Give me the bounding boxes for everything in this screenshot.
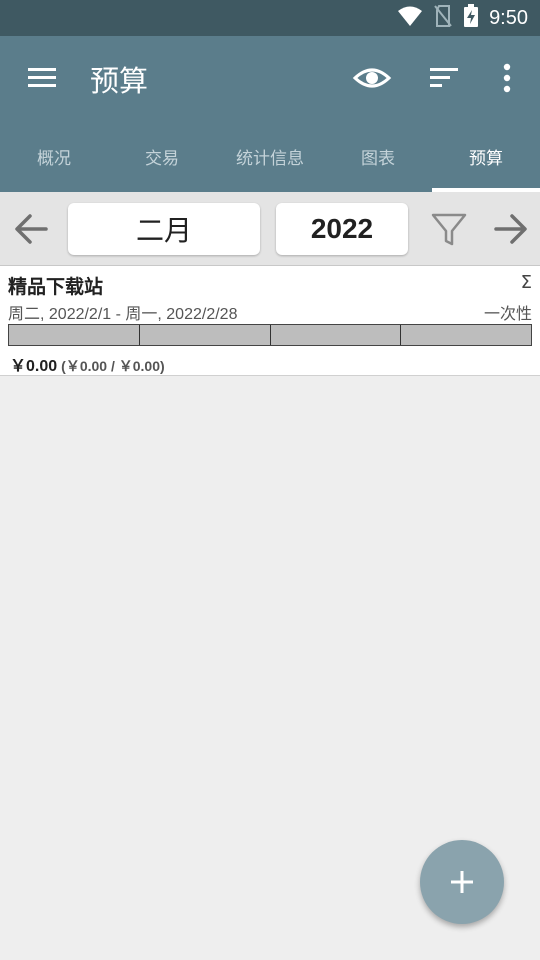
status-bar: 9:50: [0, 0, 540, 36]
menu-icon[interactable]: [22, 61, 62, 95]
app-bar: 预算: [0, 36, 540, 120]
budget-amounts: ￥0.00 (￥0.00 / ￥0.00): [10, 352, 165, 376]
sigma-icon: Σ: [520, 272, 532, 293]
month-selector[interactable]: 二月: [68, 203, 260, 255]
tab-statistics[interactable]: 统计信息: [216, 120, 324, 192]
eye-icon[interactable]: [352, 60, 392, 96]
screen: 9:50 预算 概况 交易 统计信息 图表 预算 二月 2022 精品下载站 Σ…: [0, 0, 540, 960]
tab-budget[interactable]: 预算: [432, 120, 540, 192]
year-selector[interactable]: 2022: [276, 203, 408, 255]
status-icons: 9:50: [397, 0, 528, 36]
arrow-left-icon[interactable]: [10, 209, 52, 249]
more-vert-icon[interactable]: [494, 58, 520, 98]
no-sim-icon: [433, 4, 453, 32]
budget-amount-detail: (￥0.00 / ￥0.00): [61, 358, 165, 374]
progress-segment: [401, 325, 531, 345]
budget-amount: ￥0.00: [10, 358, 58, 375]
progress-segment: [140, 325, 271, 345]
page-title: 预算: [90, 64, 149, 98]
arrow-right-icon[interactable]: [490, 209, 532, 249]
plus-icon: [451, 871, 473, 893]
add-budget-button[interactable]: [420, 840, 504, 924]
filter-icon[interactable]: [430, 209, 468, 249]
tab-charts[interactable]: 图表: [324, 120, 432, 192]
tab-overview[interactable]: 概况: [0, 120, 108, 192]
budget-progress-bar: [8, 324, 532, 346]
battery-charging-icon: [463, 4, 479, 32]
budget-date-range: 周二, 2022/2/1 - 周一, 2022/2/28: [8, 306, 238, 323]
progress-segment: [271, 325, 402, 345]
status-time: 9:50: [489, 6, 528, 29]
wifi-icon: [397, 5, 423, 31]
period-bar: 二月 2022: [0, 192, 540, 266]
budget-item[interactable]: 精品下载站 Σ 周二, 2022/2/1 - 周一, 2022/2/28 一次性…: [0, 266, 540, 376]
sort-icon[interactable]: [424, 62, 464, 94]
progress-segment: [9, 325, 140, 345]
tab-transactions[interactable]: 交易: [108, 120, 216, 192]
tab-bar: 概况 交易 统计信息 图表 预算: [0, 120, 540, 192]
budget-name: 精品下载站: [8, 276, 104, 298]
budget-type: 一次性: [483, 304, 532, 323]
